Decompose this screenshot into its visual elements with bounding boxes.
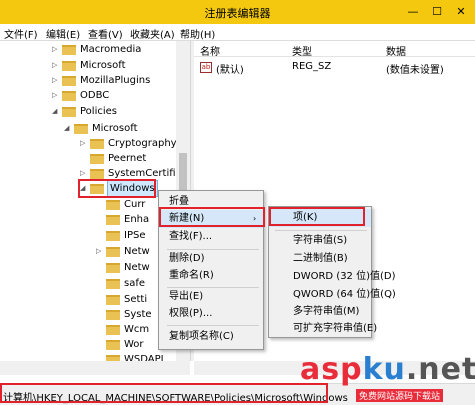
- folder-icon: [106, 310, 120, 320]
- close-button[interactable]: ✕: [450, 3, 472, 21]
- folder-icon: [90, 154, 104, 164]
- title-bar: 注册表编辑器 — ☐ ✕: [0, 0, 475, 24]
- column-type[interactable]: 类型: [292, 43, 312, 58]
- value-name: (默认): [216, 65, 244, 76]
- folder-icon: [106, 295, 120, 305]
- menu-item-binary-value[interactable]: 二进制值(B): [269, 250, 371, 268]
- menu-favorites[interactable]: 收藏夹(A): [130, 26, 175, 41]
- folder-icon: [106, 263, 120, 273]
- menu-item-string-value[interactable]: 字符串值(S): [269, 232, 371, 250]
- folder-icon: [90, 139, 104, 149]
- value-type: REG_SZ: [292, 61, 332, 72]
- menu-item-export[interactable]: 导出(E): [159, 288, 263, 306]
- menu-item-permissions[interactable]: 权限(P)...: [159, 305, 263, 323]
- column-header: 名称 类型 数据: [194, 41, 475, 58]
- expand-arrow-icon[interactable]: ▷: [96, 244, 104, 259]
- folder-icon: [62, 91, 76, 101]
- menu-help[interactable]: 帮助(H): [180, 26, 215, 41]
- folder-icon: [106, 325, 120, 335]
- expand-arrow-icon[interactable]: ▷: [80, 136, 88, 151]
- expand-arrow-icon[interactable]: ▷: [52, 58, 60, 73]
- column-name[interactable]: 名称: [200, 43, 220, 58]
- menu-item-rename[interactable]: 重命名(R): [159, 267, 263, 285]
- folder-icon: [62, 76, 76, 86]
- folder-icon: [106, 215, 120, 225]
- folder-icon: [90, 169, 104, 179]
- highlight-box-windows: [78, 179, 156, 198]
- menu-item-find[interactable]: 查找(F)...: [159, 228, 263, 246]
- folder-icon: [106, 231, 120, 241]
- menu-edit[interactable]: 编辑(E): [46, 26, 80, 41]
- highlight-box-status-path: [0, 383, 328, 403]
- menu-item-copy-key-name[interactable]: 复制项名称(C): [159, 328, 263, 346]
- menu-file[interactable]: 文件(F): [4, 26, 38, 41]
- collapse-arrow-icon[interactable]: ◢: [64, 121, 72, 136]
- watermark-logo: aspku.net: [300, 352, 475, 387]
- menu-item-expandable-string-value[interactable]: 可扩充字符串值(E): [269, 320, 377, 338]
- expand-arrow-icon[interactable]: ▷: [52, 73, 60, 88]
- string-value-icon: ab: [200, 62, 212, 73]
- folder-icon: [106, 340, 120, 350]
- folder-icon: [106, 247, 120, 257]
- highlight-box-new: [159, 207, 265, 227]
- folder-icon: [106, 279, 120, 289]
- menu-bar: 文件(F) 编辑(E) 查看(V) 收藏夹(A) 帮助(H): [0, 24, 475, 41]
- menu-item-dword-value[interactable]: DWORD (32 位)值(D): [269, 268, 396, 286]
- expand-arrow-icon[interactable]: ▷: [52, 88, 60, 103]
- menu-view[interactable]: 查看(V): [88, 26, 123, 41]
- watermark-caption: 免费网站源码下载站: [356, 389, 444, 402]
- folder-icon: [62, 107, 76, 117]
- menu-separator: [275, 230, 367, 231]
- menu-separator: [167, 325, 259, 326]
- menu-item-multi-string-value[interactable]: 多字符串值(M): [269, 303, 371, 321]
- value-data: (数值未设置): [386, 65, 444, 76]
- collapse-arrow-icon[interactable]: ◢: [52, 104, 60, 119]
- folder-icon: [74, 124, 88, 134]
- highlight-box-new-key: [269, 207, 365, 226]
- folder-icon: [62, 61, 76, 71]
- folder-icon: [106, 200, 120, 210]
- menu-item-qword-value[interactable]: QWORD (64 位)值(Q): [269, 286, 396, 304]
- folder-icon: [62, 45, 76, 55]
- column-data[interactable]: 数据: [386, 43, 406, 58]
- minimize-button[interactable]: —: [402, 3, 424, 21]
- menu-item-delete[interactable]: 删除(D): [159, 250, 263, 268]
- maximize-button[interactable]: ☐: [426, 3, 448, 21]
- expand-arrow-icon[interactable]: ▷: [52, 42, 60, 57]
- tree-horizontal-scrollbar[interactable]: [0, 361, 190, 375]
